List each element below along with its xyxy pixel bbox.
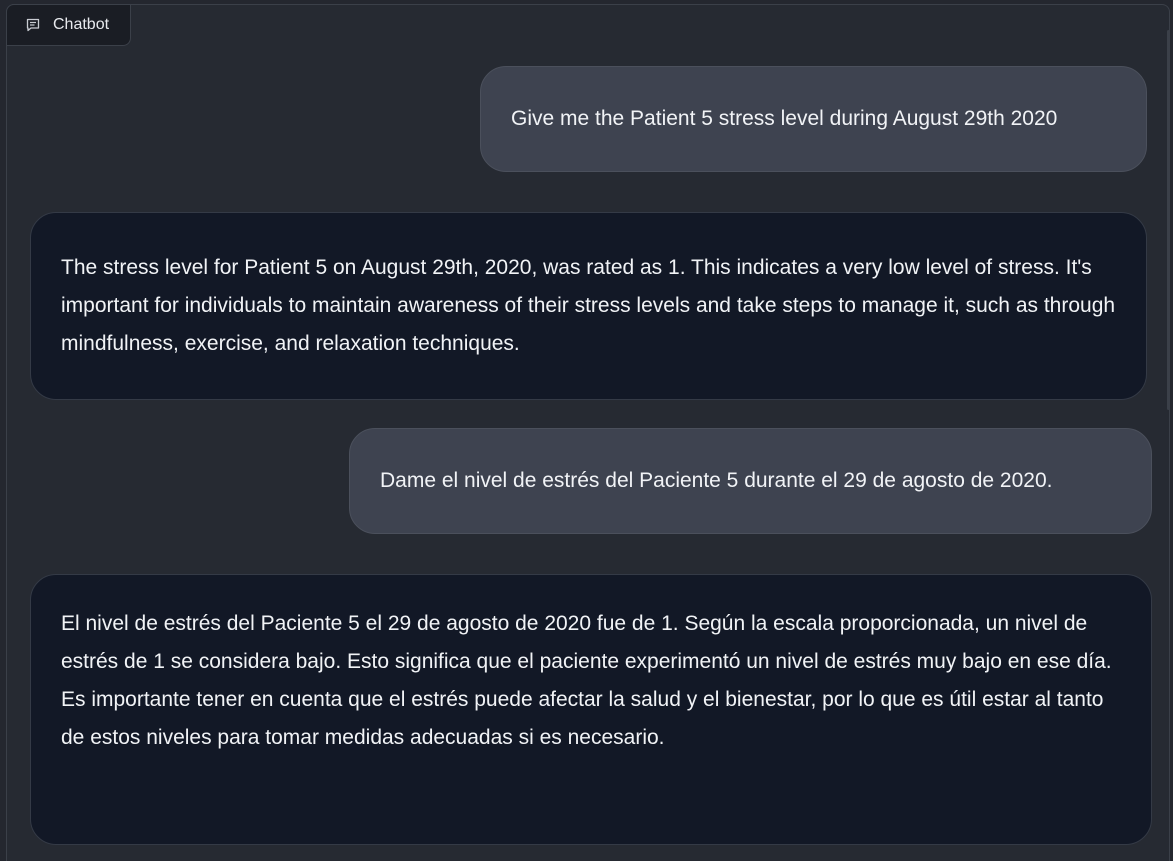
user-message-text: Give me the Patient 5 stress level durin…: [511, 107, 1058, 130]
scrollbar[interactable]: [1167, 30, 1170, 410]
user-message: Give me the Patient 5 stress level durin…: [480, 66, 1147, 172]
user-message: Dame el nivel de estrés del Paciente 5 d…: [349, 428, 1152, 534]
bot-message: The stress level for Patient 5 on August…: [30, 212, 1147, 400]
user-message-text: Dame el nivel de estrés del Paciente 5 d…: [380, 469, 1053, 492]
bot-message-text: The stress level for Patient 5 on August…: [61, 256, 1116, 355]
chat-icon: [25, 17, 41, 33]
chatbot-label: Chatbot: [6, 4, 131, 46]
bot-message-text: El nivel de estrés del Paciente 5 el 29 …: [61, 612, 1112, 749]
chatbot-label-text: Chatbot: [53, 16, 110, 33]
bot-message: El nivel de estrés del Paciente 5 el 29 …: [30, 574, 1152, 845]
